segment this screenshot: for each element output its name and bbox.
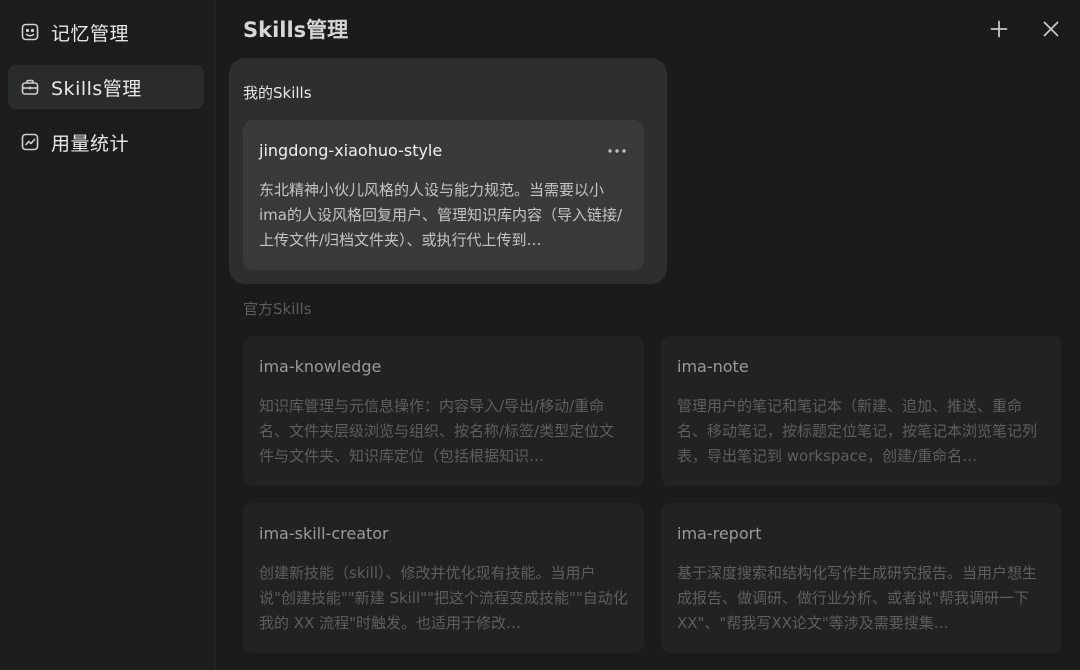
skill-card[interactable]: ima-skill-creator 创建新技能（skill）、修改并优化现有技能… — [243, 503, 644, 653]
memory-icon — [20, 22, 40, 42]
sidebar-item-memory[interactable]: 记忆管理 — [8, 10, 204, 54]
main-content: Skills管理 我的Skills jingdong-xiaohuo-style… — [216, 0, 1080, 670]
close-icon — [1043, 21, 1059, 37]
sidebar-item-skills[interactable]: Skills管理 — [8, 65, 204, 109]
sidebar-item-label: Skills管理 — [51, 77, 142, 100]
more-options-button[interactable] — [604, 140, 630, 162]
skill-card[interactable]: jingdong-xiaohuo-style 东北精神小伙儿风格的人设与能力规范… — [243, 120, 644, 270]
sidebar-item-label: 用量统计 — [51, 132, 130, 155]
close-button[interactable] — [1038, 16, 1064, 42]
sidebar: 记忆管理 Skills管理 用量统计 — [0, 0, 216, 670]
skill-card[interactable]: ima-report 基于深度搜索和结构化写作生成研究报告。当用户想生成报告、做… — [661, 503, 1062, 653]
my-skills-panel: 我的Skills jingdong-xiaohuo-style 东北精神小伙儿风… — [229, 58, 667, 284]
skill-name: ima-skill-creator — [259, 524, 389, 543]
page-title: Skills管理 — [243, 18, 349, 42]
chart-icon — [20, 132, 40, 152]
skill-name: jingdong-xiaohuo-style — [259, 141, 443, 160]
skill-description: 基于深度搜索和结构化写作生成研究报告。当用户想生成报告、做调研、做行业分析、或者… — [677, 564, 1038, 632]
skill-description: 知识库管理与元信息操作：内容导入/导出/移动/重命名、文件夹层级浏览与组织、按名… — [259, 397, 615, 465]
skill-card[interactable]: ima-knowledge 知识库管理与元信息操作：内容导入/导出/移动/重命名… — [243, 336, 644, 486]
add-skill-button[interactable] — [986, 16, 1012, 42]
skill-description: 管理用户的笔记和笔记本（新建、追加、推送、重命名、移动笔记，按标题定位笔记，按笔… — [677, 397, 1038, 465]
more-icon — [608, 149, 626, 153]
sidebar-item-label: 记忆管理 — [51, 22, 130, 45]
skill-card[interactable]: ima-note 管理用户的笔记和笔记本（新建、追加、推送、重命名、移动笔记，按… — [661, 336, 1062, 486]
skill-name: ima-knowledge — [259, 357, 382, 376]
toolbox-icon — [20, 77, 40, 97]
skill-name: ima-report — [677, 524, 762, 543]
official-skills-title: 官方Skills — [243, 300, 312, 318]
sidebar-item-usage[interactable]: 用量统计 — [8, 120, 204, 164]
my-skills-title: 我的Skills — [243, 84, 312, 102]
plus-icon — [990, 20, 1008, 38]
skill-name: ima-note — [677, 357, 749, 376]
skill-description: 东北精神小伙儿风格的人设与能力规范。当需要以小ima的人设风格回复用户、管理知识… — [259, 181, 623, 249]
skill-description: 创建新技能（skill）、修改并优化现有技能。当用户说"创建技能""新建 Ski… — [259, 564, 628, 632]
